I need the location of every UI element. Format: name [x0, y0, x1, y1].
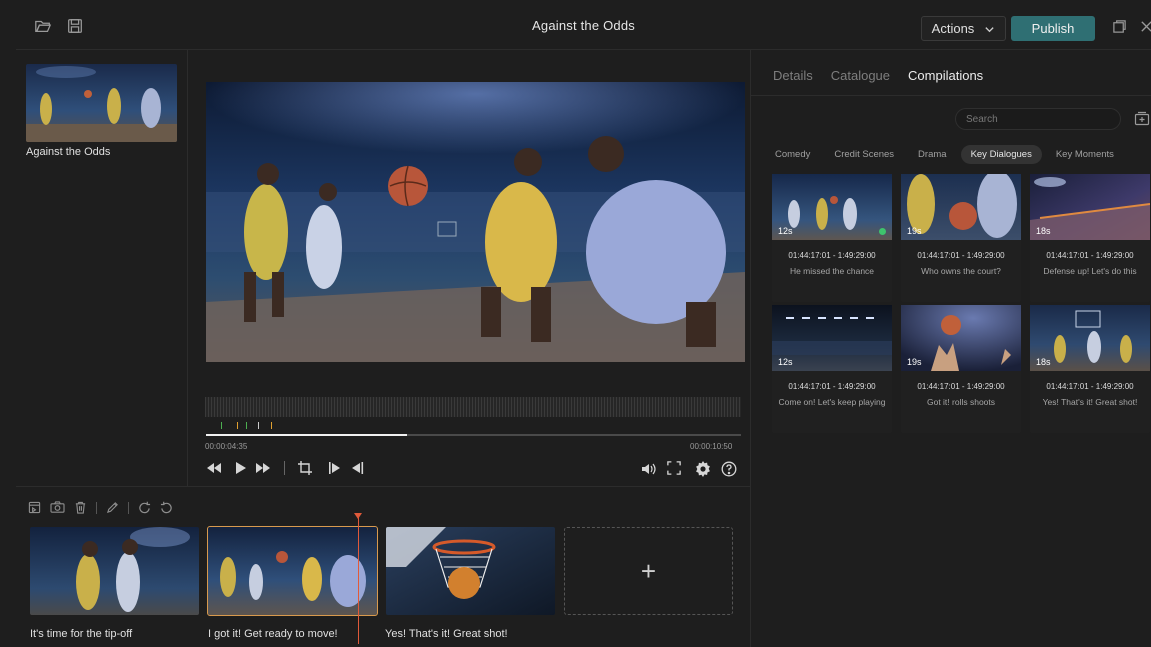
- timeline-clip[interactable]: [30, 527, 199, 615]
- clip-label: It's time for the tip-off: [30, 628, 133, 640]
- card-timecode: 01:44:17:01 - 1:49:29:00: [917, 382, 1005, 391]
- scrubber-progress: [206, 434, 407, 436]
- card-caption: Got it! rolls shoots: [926, 397, 996, 407]
- category-key-dialogues[interactable]: Key Dialogues: [960, 145, 1042, 164]
- delete-icon[interactable]: [74, 501, 87, 514]
- category-credit-scenes[interactable]: Credit Scenes: [824, 145, 904, 164]
- card-caption: He missed the chance: [789, 266, 875, 276]
- card-timecode: 01:44:17:01 - 1:49:29:00: [788, 251, 876, 260]
- card-duration: 19s: [907, 226, 922, 236]
- timeline-clip[interactable]: [386, 527, 555, 615]
- category-filters: Comedy Credit Scenes Drama Key Dialogues…: [765, 145, 1124, 164]
- maximize-icon[interactable]: [1112, 19, 1127, 34]
- category-comedy[interactable]: Comedy: [765, 145, 820, 164]
- card-timecode: 01:44:17:01 - 1:49:29:00: [1046, 251, 1134, 260]
- status-indicator: [879, 228, 886, 235]
- marker-tick: [258, 422, 259, 429]
- marker-tick: [246, 422, 247, 429]
- crop-icon[interactable]: [297, 460, 313, 476]
- card-caption: Defense up! Let's do this: [1043, 266, 1137, 276]
- card-caption: Come on! Let's keep playing: [778, 397, 886, 407]
- card-duration: 12s: [778, 226, 793, 236]
- snapshot-icon[interactable]: [50, 501, 65, 514]
- help-icon[interactable]: [721, 461, 737, 477]
- fullscreen-icon[interactable]: [667, 461, 681, 475]
- card-timecode: 01:44:17:01 - 1:49:29:00: [1046, 382, 1134, 391]
- compilation-card[interactable]: 19s 01:44:17:01 - 1:49:29:00 Got it! rol…: [901, 305, 1021, 433]
- timeline-clip-selected[interactable]: [207, 526, 378, 616]
- total-timecode: 00:00:10:50: [690, 442, 733, 451]
- chevron-down-icon: [984, 23, 995, 34]
- play-icon[interactable]: [232, 460, 248, 476]
- card-caption: Yes! That's it! Great shot!: [1042, 397, 1138, 407]
- mark-out-icon[interactable]: [350, 460, 366, 476]
- publish-button[interactable]: Publish: [1011, 16, 1095, 41]
- timeline-panel: + It's time for the tip-off I got it! Ge…: [16, 486, 750, 647]
- toolbar-divider: [128, 501, 129, 514]
- add-clip-button[interactable]: +: [564, 527, 733, 615]
- card-timecode: 01:44:17:01 - 1:49:29:00: [917, 251, 1005, 260]
- clip-label: I got it! Get ready to move!: [208, 628, 338, 640]
- compilation-card[interactable]: 12s 01:44:17:01 - 1:49:29:00 He missed t…: [772, 174, 892, 302]
- compilation-card[interactable]: 19s 01:44:17:01 - 1:49:29:00 Who owns th…: [901, 174, 1021, 302]
- compilation-card[interactable]: 12s 01:44:17:01 - 1:49:29:00 Come on! Le…: [772, 305, 892, 433]
- compilation-card[interactable]: 18s 01:44:17:01 - 1:49:29:00 Yes! That's…: [1030, 305, 1150, 433]
- rewind-icon[interactable]: [206, 460, 222, 476]
- volume-icon[interactable]: [640, 461, 656, 477]
- settings-icon[interactable]: [695, 461, 711, 477]
- panel-divider: [751, 95, 1151, 96]
- current-timecode: 00:00:04:35: [205, 442, 248, 451]
- pen-icon[interactable]: [106, 501, 119, 514]
- actions-label: Actions: [931, 21, 975, 36]
- card-duration: 19s: [907, 357, 922, 367]
- marker-tick: [271, 422, 272, 429]
- compilation-card[interactable]: 18s 01:44:17:01 - 1:49:29:00 Defense up!…: [1030, 174, 1150, 302]
- tab-details[interactable]: Details: [773, 68, 813, 83]
- toolbar-divider: [96, 501, 97, 514]
- audio-waveform[interactable]: [205, 397, 741, 417]
- redo-icon[interactable]: [138, 501, 151, 514]
- add-media-icon[interactable]: [28, 501, 41, 514]
- mark-in-icon[interactable]: [326, 460, 342, 476]
- panel-tabs: Details Catalogue Compilations: [773, 68, 983, 83]
- clip-label: Yes! That's it! Great shot!: [385, 628, 508, 640]
- top-bar: Against the Odds Actions Publish: [16, 0, 1151, 50]
- playhead[interactable]: [358, 517, 359, 644]
- card-caption: Who owns the court?: [921, 266, 1001, 276]
- close-icon[interactable]: [1139, 19, 1151, 34]
- media-library: Against the Odds: [16, 50, 188, 486]
- library-item-label: Against the Odds: [26, 146, 111, 158]
- card-duration: 18s: [1036, 226, 1051, 236]
- add-compilation-icon[interactable]: [1134, 111, 1150, 127]
- search-input[interactable]: Search: [955, 108, 1121, 130]
- card-timecode: 01:44:17:01 - 1:49:29:00: [788, 382, 876, 391]
- category-drama[interactable]: Drama: [908, 145, 957, 164]
- marker-tick: [237, 422, 238, 429]
- category-key-moments[interactable]: Key Moments: [1046, 145, 1124, 164]
- marker-tick: [221, 422, 222, 429]
- timeline-toolbar: [28, 501, 173, 514]
- video-preview[interactable]: [206, 82, 745, 362]
- undo-icon[interactable]: [160, 501, 173, 514]
- playback-scrubber[interactable]: [206, 434, 741, 436]
- tab-compilations[interactable]: Compilations: [908, 68, 983, 83]
- tab-catalogue[interactable]: Catalogue: [831, 68, 890, 83]
- actions-dropdown[interactable]: Actions: [921, 16, 1006, 41]
- library-thumbnail[interactable]: [26, 64, 177, 142]
- card-duration: 18s: [1036, 357, 1051, 367]
- fast-forward-icon[interactable]: [255, 460, 271, 476]
- window-controls: [1112, 19, 1151, 34]
- right-panel: Details Catalogue Compilations Search Co…: [750, 50, 1151, 647]
- controls-divider: [284, 461, 285, 475]
- card-duration: 12s: [778, 357, 793, 367]
